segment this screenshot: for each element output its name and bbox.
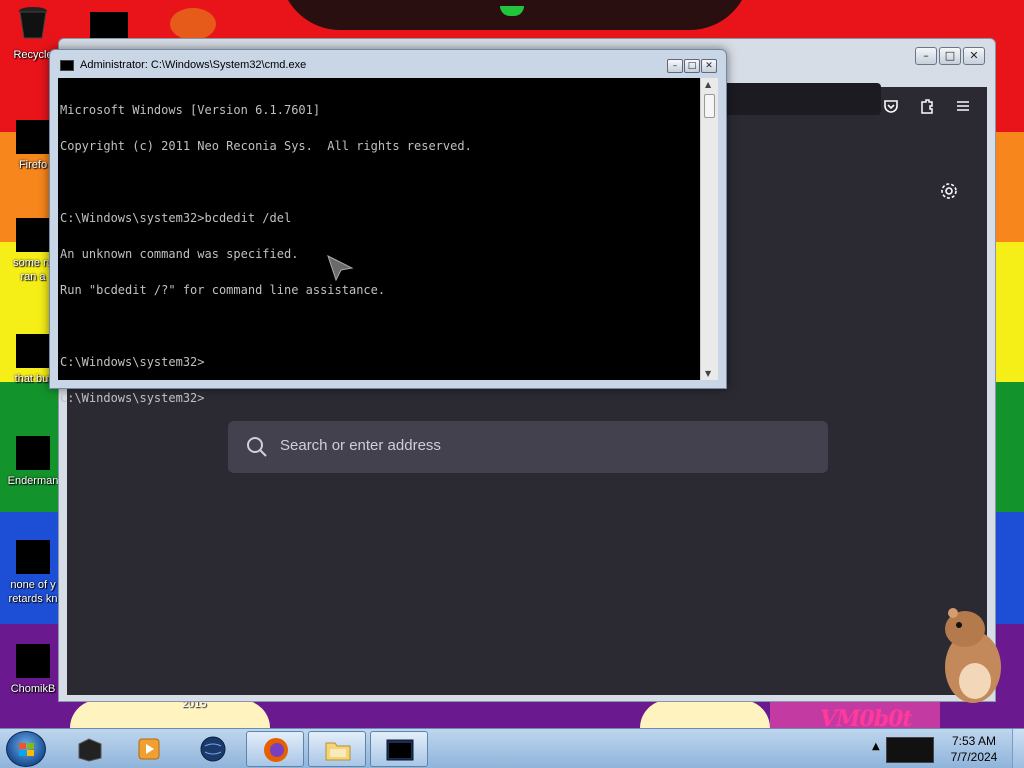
folder-icon: [16, 644, 50, 678]
show-desktop-button[interactable]: [1012, 729, 1024, 768]
taskbar-item-cmd[interactable]: [370, 731, 428, 767]
url-bar[interactable]: [719, 83, 881, 115]
cmd-icon: [60, 60, 74, 71]
console-line: C:\Windows\system32>: [60, 391, 205, 405]
start-button[interactable]: [6, 731, 46, 767]
window-title: Administrator: C:\Windows\System32\cmd.e…: [80, 59, 307, 71]
desktop-icon-partial[interactable]: [90, 12, 128, 40]
clock-date: 7/7/2024: [950, 750, 998, 764]
window-controls: – □ ✕: [915, 47, 985, 65]
black-box-icon: [78, 738, 102, 762]
recycle-bin-icon: [19, 7, 47, 39]
cmd-window: Administrator: C:\Windows\System32\cmd.e…: [49, 49, 727, 404]
console-line: Copyright (c) 2011 Neo Reconia Sys. All …: [60, 139, 472, 153]
taskbar-item-firefox[interactable]: [246, 731, 304, 767]
hamster-decoration-icon: [945, 608, 1001, 703]
taskbar-item-media-player[interactable]: [120, 731, 178, 767]
window-controls: – □ ✕: [667, 59, 717, 73]
windows-logo-icon: [19, 743, 34, 756]
file-icon: [16, 334, 50, 368]
maximize-button[interactable]: □: [939, 47, 961, 65]
desktop-icon-file[interactable]: none of y retards kn: [2, 540, 64, 606]
desktop-icon-label: Enderman: [7, 475, 59, 487]
desktop-icon-label: retards kn: [8, 593, 58, 605]
close-button[interactable]: ✕: [701, 59, 717, 73]
console-line: C:\Windows\system32>bcdedit /del: [60, 211, 292, 225]
console-line: C:\Windows\system32>: [60, 355, 205, 369]
console-text: Microsoft Windows [Version 6.1.7601] Cop…: [60, 80, 472, 428]
tray-icons[interactable]: [886, 737, 934, 763]
file-icon: [16, 540, 50, 574]
system-tray: ▲: [866, 731, 936, 767]
globe-icon: [200, 736, 226, 762]
gear-icon[interactable]: [939, 181, 959, 201]
folder-icon: [325, 742, 351, 761]
scroll-thumb[interactable]: [704, 94, 715, 118]
minimize-button[interactable]: –: [667, 59, 683, 73]
desktop-icon-label: ChomikB: [10, 683, 56, 695]
firefox-icon: [16, 120, 50, 154]
search-icon: [247, 437, 267, 457]
wallpaper-shape: [640, 700, 770, 728]
minimize-button[interactable]: –: [915, 47, 937, 65]
console-line: Microsoft Windows [Version 6.1.7601]: [60, 103, 321, 117]
taskbar: ▲ 7:53 AM 7/7/2024: [0, 728, 1024, 768]
tray-expand-icon[interactable]: ▲: [872, 741, 880, 752]
clock-time: 7:53 AM: [951, 734, 997, 748]
extensions-icon[interactable]: [917, 97, 937, 117]
file-icon: [16, 218, 50, 252]
cmd-titlebar[interactable]: Administrator: C:\Windows\System32\cmd.e…: [50, 50, 726, 78]
wallpaper-shape: [70, 700, 270, 728]
desktop-icon-folder[interactable]: ChomikB: [2, 644, 64, 696]
taskbar-item-globe[interactable]: [184, 731, 242, 767]
close-button[interactable]: ✕: [963, 47, 985, 65]
desktop-icon-enderman[interactable]: Enderman: [2, 436, 64, 488]
menu-icon[interactable]: [953, 97, 973, 117]
desktop-icon-label: none of y: [10, 579, 56, 591]
scroll-down-icon[interactable]: ▼: [705, 369, 711, 378]
firefox-icon: [264, 738, 288, 762]
cmd-icon: [386, 739, 414, 761]
maximize-button[interactable]: □: [684, 59, 700, 73]
console-output[interactable]: Microsoft Windows [Version 6.1.7601] Cop…: [58, 78, 700, 404]
clock[interactable]: 7:53 AM 7/7/2024: [938, 733, 1010, 765]
media-player-icon: [138, 738, 160, 760]
search-placeholder: Search or enter address: [280, 437, 441, 454]
search-bar[interactable]: Search or enter address: [228, 421, 828, 473]
pocket-icon[interactable]: [881, 97, 901, 117]
firefox-icon[interactable]: [170, 8, 216, 40]
scroll-up-icon[interactable]: ▲: [705, 80, 711, 89]
vertical-scrollbar[interactable]: ▲ ▼: [700, 78, 718, 380]
taskbar-item-explorer[interactable]: [308, 731, 366, 767]
app-icon: [16, 436, 50, 470]
taskbar-item-terminal[interactable]: [60, 731, 118, 767]
mouse-cursor-icon: [327, 255, 354, 282]
console-line: Run "bcdedit /?" for command line assist…: [60, 283, 386, 297]
console-line: An unknown command was specified.: [60, 247, 299, 261]
